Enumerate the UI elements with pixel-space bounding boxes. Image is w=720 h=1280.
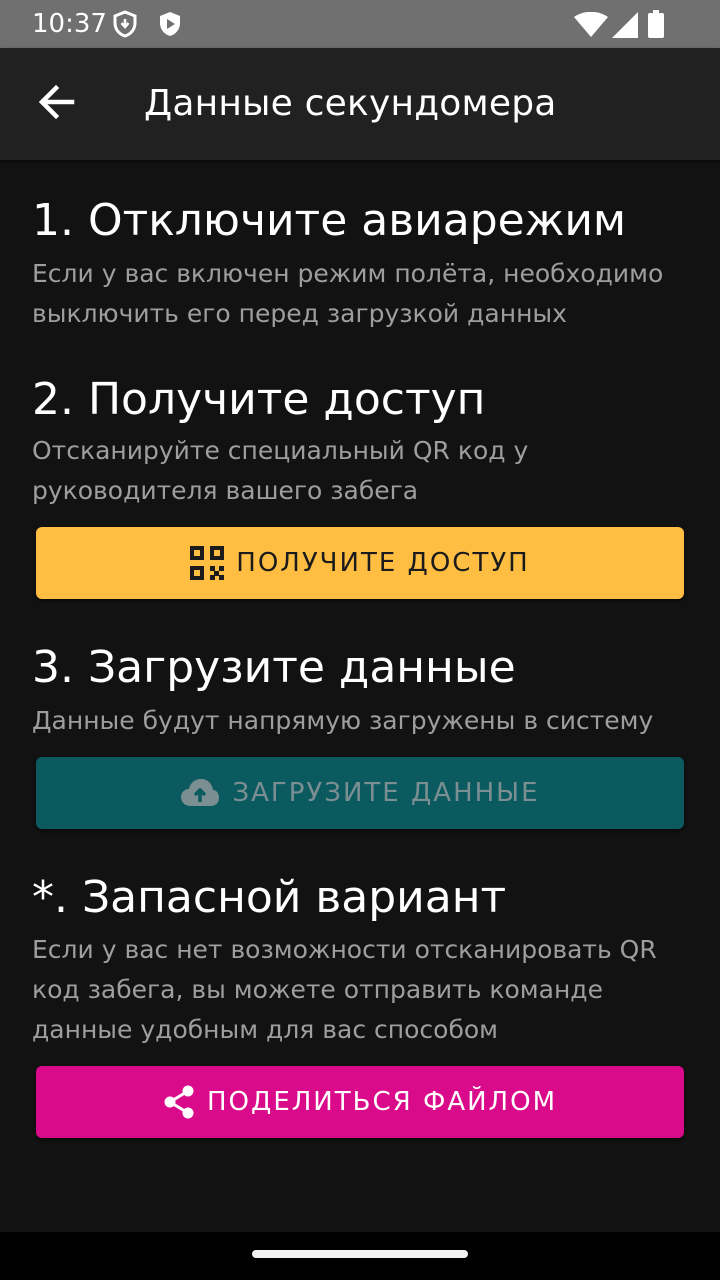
- share-file-button-label: ПОДЕЛИТЬСЯ ФАЙЛОМ: [206, 1087, 558, 1117]
- cloud-upload-icon: [180, 778, 220, 808]
- signal-icon: [612, 12, 638, 43]
- section-desc-get-access: Отсканируйте специальный QR код у руково…: [32, 436, 529, 505]
- wifi-icon: [574, 11, 608, 43]
- upload-data-button[interactable]: ЗАГРУЗИТЕ ДАННЫЕ: [36, 757, 684, 829]
- status-bar: 10:37: [0, 0, 720, 48]
- arrow-left-icon: [36, 82, 76, 127]
- get-access-button[interactable]: ПОЛУЧИТЕ ДОСТУП: [36, 527, 684, 599]
- back-button[interactable]: [20, 68, 92, 140]
- home-gesture-handle[interactable]: [252, 1250, 468, 1258]
- section-desc-fallback: Если у вас нет возможности отсканировать…: [32, 935, 657, 1044]
- shield-outline-icon: [112, 10, 138, 43]
- screen: 10:37 Данные секундомера 1. Отключите ав…: [0, 0, 720, 1280]
- battery-icon: [648, 10, 664, 43]
- qr-code-icon: [190, 546, 225, 580]
- share-file-button[interactable]: ПОДЕЛИТЬСЯ ФАЙЛОМ: [36, 1066, 684, 1138]
- section-title-airplane-mode: 1. Отключите авиарежим: [32, 195, 627, 246]
- navigation-bar: [0, 1232, 720, 1280]
- section-title-upload-data: 3. Загрузите данные: [32, 642, 516, 693]
- section-title-fallback: *. Запасной вариант: [32, 872, 507, 923]
- section-desc-upload-data: Данные будут напрямую загружены в систем…: [32, 706, 654, 735]
- get-access-button-label: ПОЛУЧИТЕ ДОСТУП: [236, 548, 530, 578]
- share-icon: [163, 1085, 195, 1119]
- status-time: 10:37: [32, 9, 107, 39]
- app-bar: Данные секундомера: [0, 48, 720, 160]
- page-title: Данные секундомера: [144, 83, 557, 124]
- section-title-get-access: 2. Получите доступ: [32, 374, 486, 425]
- section-desc-airplane-mode: Если у вас включен режим полёта, необход…: [32, 259, 664, 328]
- upload-data-button-label: ЗАГРУЗИТЕ ДАННЫЕ: [232, 778, 540, 808]
- shield-play-icon: [158, 10, 182, 43]
